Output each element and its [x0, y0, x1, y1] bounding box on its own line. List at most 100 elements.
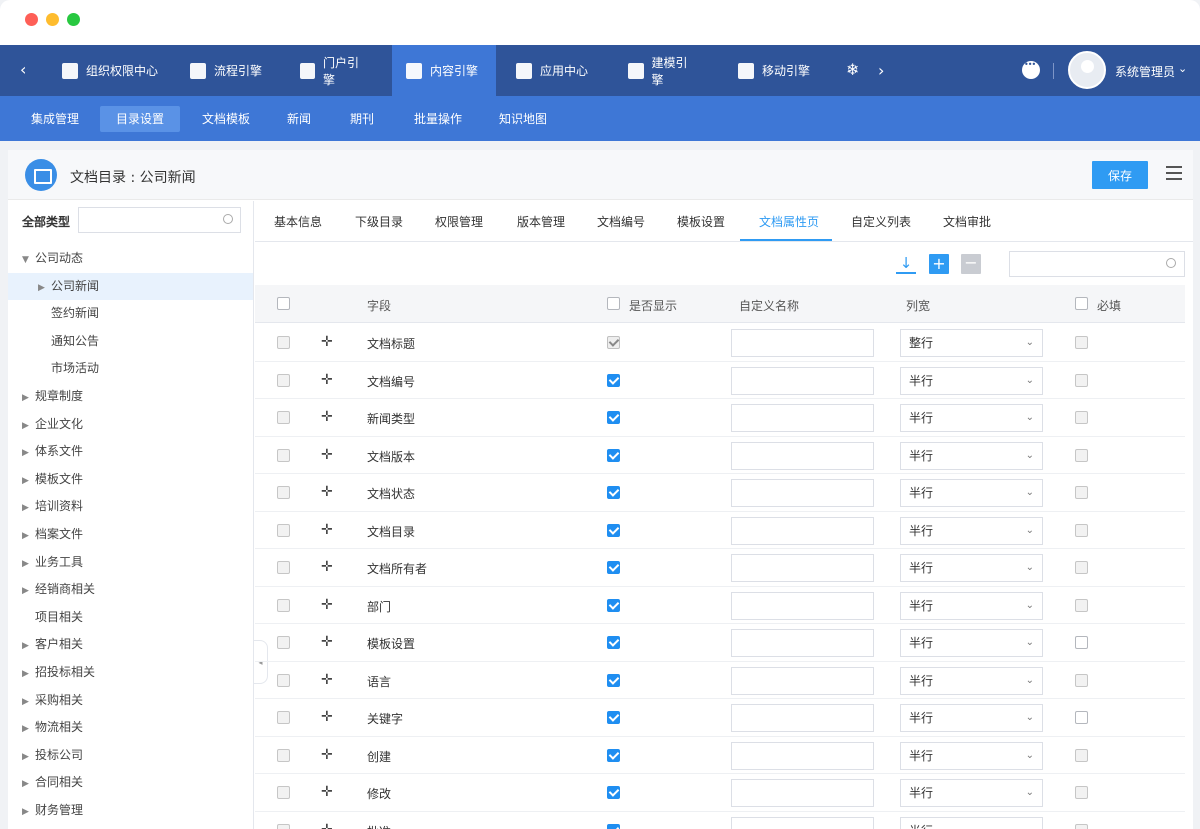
topnav-item[interactable]: 组织权限中心 [48, 45, 172, 96]
row-select-checkbox[interactable] [277, 448, 290, 462]
caret-right-icon[interactable]: ▶ [38, 275, 48, 302]
show-checkbox[interactable] [607, 486, 620, 499]
required-checkbox[interactable] [1075, 523, 1088, 537]
drag-move-icon[interactable]: ✛ [321, 709, 333, 725]
required-checkbox[interactable] [1075, 336, 1088, 349]
minimize-window-button[interactable] [46, 13, 59, 26]
caret-right-icon[interactable]: ▶ [22, 771, 32, 798]
column-width-select[interactable]: 半行 ⌄ [900, 479, 1043, 507]
column-width-select[interactable]: 半行 ⌄ [900, 666, 1043, 695]
show-all-checkbox[interactable] [607, 297, 620, 310]
subnav-item[interactable]: 期刊 [334, 106, 390, 132]
tree-item[interactable]: ▶ 采购相关 [8, 687, 253, 716]
subnav-item[interactable]: 知识地图 [483, 106, 563, 132]
tree-item[interactable]: ▶ 合同相关 [8, 769, 253, 798]
tree-item[interactable]: 通知公告 [8, 328, 253, 355]
row-select-checkbox[interactable] [277, 748, 290, 762]
tree-item[interactable]: ▶ 客户相关 [8, 631, 253, 658]
custom-name-input[interactable] [731, 441, 874, 470]
tree-item[interactable]: 项目相关 [8, 604, 253, 631]
tab[interactable]: 文档审批 [943, 213, 991, 230]
required-checkbox[interactable] [1075, 711, 1088, 724]
drag-move-icon[interactable]: ✛ [321, 559, 333, 575]
caret-down-icon[interactable]: ▼ [22, 247, 32, 274]
add-icon[interactable]: + [929, 254, 949, 274]
show-checkbox[interactable] [607, 561, 620, 574]
show-checkbox[interactable] [607, 786, 620, 799]
download-icon[interactable]: ↓ [896, 254, 916, 274]
column-width-select[interactable]: 半行 ⌄ [900, 591, 1043, 620]
caret-right-icon[interactable]: ▶ [22, 578, 32, 605]
caret-right-icon[interactable]: ▶ [22, 385, 32, 412]
column-width-select[interactable]: 半行 ⌄ [900, 366, 1043, 395]
column-width-select[interactable]: 半行 ⌄ [900, 629, 1043, 657]
drag-move-icon[interactable]: ✛ [321, 634, 333, 650]
tree-item[interactable]: 市场活动 [8, 355, 253, 382]
drag-move-icon[interactable]: ✛ [321, 372, 333, 388]
row-select-checkbox[interactable] [277, 411, 290, 424]
caret-right-icon[interactable]: ▶ [22, 689, 32, 716]
tree-item[interactable]: ▶ 投标公司 [8, 742, 253, 771]
drag-move-icon[interactable]: ✛ [321, 484, 333, 500]
custom-name-input[interactable] [731, 479, 874, 507]
custom-name-input[interactable] [731, 741, 874, 770]
maximize-window-button[interactable] [67, 13, 80, 26]
show-checkbox[interactable] [607, 748, 620, 762]
drag-move-icon[interactable]: ✛ [321, 784, 333, 800]
tree-item[interactable]: ▶ 培训资料 [8, 493, 253, 520]
row-select-checkbox[interactable] [277, 523, 290, 537]
row-select-checkbox[interactable] [277, 373, 290, 387]
username[interactable]: 系统管理员 [1115, 63, 1175, 80]
column-width-select[interactable]: 半行 ⌄ [900, 516, 1043, 545]
topnav-item[interactable]: 建模引擎 [614, 45, 712, 96]
subnav-item[interactable]: 目录设置 [100, 106, 181, 132]
tree-item[interactable]: ▶ 体系文件 [8, 438, 253, 465]
topnav-item[interactable]: 内容引擎 [392, 45, 496, 96]
required-checkbox[interactable] [1075, 823, 1088, 829]
tab[interactable]: 版本管理 [517, 213, 565, 230]
tab[interactable]: 模板设置 [677, 213, 725, 230]
required-checkbox[interactable] [1075, 373, 1088, 387]
custom-name-input[interactable] [731, 366, 874, 395]
show-checkbox[interactable] [607, 598, 620, 612]
column-width-select[interactable]: 半行 ⌄ [900, 404, 1043, 432]
subnav-item[interactable]: 批量操作 [398, 106, 478, 132]
show-checkbox[interactable] [607, 673, 620, 687]
drag-move-icon[interactable]: ✛ [321, 747, 333, 763]
column-width-select[interactable]: 半行 ⌄ [900, 704, 1043, 732]
required-checkbox[interactable] [1075, 673, 1088, 687]
caret-right-icon[interactable]: ▶ [22, 744, 32, 771]
row-select-checkbox[interactable] [277, 673, 290, 687]
required-checkbox[interactable] [1075, 786, 1088, 799]
row-select-checkbox[interactable] [277, 486, 290, 499]
custom-name-input[interactable] [731, 329, 874, 357]
row-select-checkbox[interactable] [277, 823, 290, 829]
required-checkbox[interactable] [1075, 486, 1088, 499]
show-checkbox[interactable] [607, 373, 620, 387]
show-checkbox[interactable] [607, 411, 620, 424]
topnav-item[interactable]: 应用中心 [502, 45, 602, 96]
topnav-item[interactable]: 门户引擎 [286, 45, 382, 96]
list-menu-icon[interactable] [1166, 166, 1182, 180]
caret-right-icon[interactable]: ▶ [22, 523, 32, 550]
custom-name-input[interactable] [731, 554, 874, 582]
sidebar-search-input[interactable] [78, 207, 241, 233]
subnav-item[interactable]: 文档模板 [186, 106, 266, 132]
drag-move-icon[interactable]: ✛ [321, 822, 333, 829]
column-width-select[interactable]: 半行 ⌄ [900, 779, 1043, 807]
snowflake-icon[interactable]: ❄ [846, 60, 859, 79]
custom-name-input[interactable] [731, 629, 874, 657]
tree-item[interactable]: ▶ 档案文件 [8, 521, 253, 550]
tree-item[interactable]: ▼ 公司动态 [8, 245, 253, 274]
caret-right-icon[interactable]: ▶ [22, 468, 32, 495]
tree-item[interactable]: ▶ 公司新闻 [8, 272, 253, 302]
tab[interactable]: 文档编号 [597, 213, 645, 230]
chevron-down-icon[interactable]: ⌄ [1178, 62, 1187, 75]
subnav-item[interactable]: 集成管理 [15, 106, 95, 132]
required-checkbox[interactable] [1075, 598, 1088, 612]
tab[interactable]: 下级目录 [355, 213, 403, 230]
show-checkbox[interactable] [607, 523, 620, 537]
show-checkbox[interactable] [607, 823, 620, 829]
drag-move-icon[interactable]: ✛ [321, 522, 333, 538]
row-select-checkbox[interactable] [277, 711, 290, 724]
